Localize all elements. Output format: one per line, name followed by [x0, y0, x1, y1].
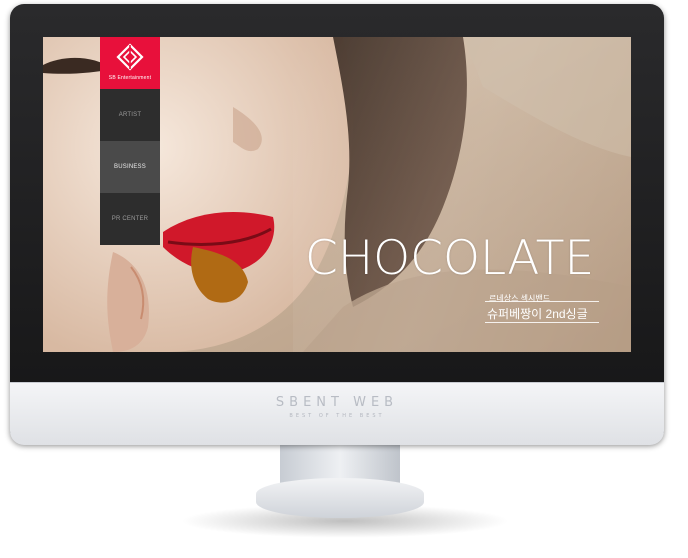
divider [485, 301, 599, 302]
nav-item-artist[interactable]: ARTIST [100, 89, 160, 141]
nav-item-business[interactable]: BUSINESS [100, 141, 160, 193]
hero-subtitle: 슈퍼베짱이 2nd싱글 [487, 307, 588, 321]
chin-brand: SBENT WEB [275, 395, 399, 410]
side-navigation: SB Entertainment ARTIST BUSINESS PR CENT… [100, 37, 160, 245]
monitor-stand-base [256, 478, 424, 518]
website-screen: SB Entertainment ARTIST BUSINESS PR CENT… [43, 37, 631, 352]
logo-text: SB Entertainment [108, 75, 152, 81]
chin-tagline: BEST OF THE BEST [289, 413, 385, 419]
monitor-chin: SBENT WEB BEST OF THE BEST [10, 382, 664, 445]
brand-logo[interactable]: SB Entertainment [100, 37, 160, 89]
hero-title: CHOCOLATE [305, 231, 595, 286]
hero-subtitle-small: 르네상스 섹시밴드 [489, 294, 551, 303]
nav-item-pr-center[interactable]: PR CENTER [100, 193, 160, 245]
divider [485, 322, 599, 323]
sb-logo-icon [116, 43, 144, 71]
